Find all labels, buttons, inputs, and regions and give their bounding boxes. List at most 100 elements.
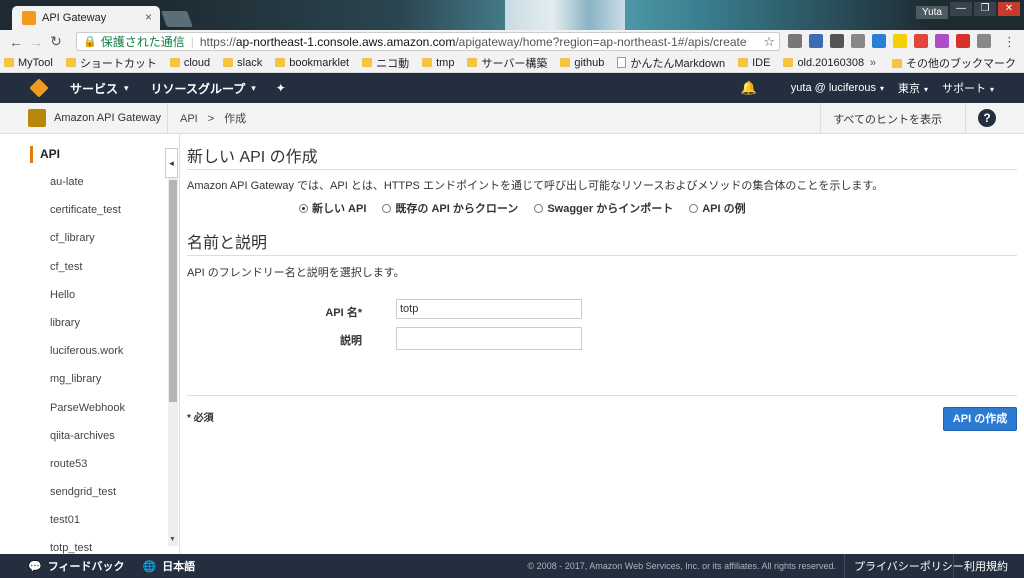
bookmark-item[interactable]: old.20160308: [783, 57, 864, 69]
service-home-link[interactable]: Amazon API Gateway: [0, 102, 168, 134]
extension-icon[interactable]: [893, 34, 907, 48]
aws-logo-icon[interactable]: [24, 73, 54, 103]
radio-circle-icon[interactable]: [299, 203, 308, 213]
new-tab-button[interactable]: [161, 11, 193, 27]
caret-down-icon: ▾: [124, 82, 129, 93]
extension-icon[interactable]: [935, 34, 949, 48]
collapse-sidebar-icon[interactable]: ◂: [165, 148, 178, 178]
extension-icon[interactable]: [851, 34, 865, 48]
feedback-link[interactable]: 💬 フィードバック: [28, 558, 124, 574]
speech-bubble-icon: 💬: [28, 560, 42, 573]
tab-close-icon[interactable]: ×: [145, 10, 152, 24]
resource-groups-menu[interactable]: リソースグループ ▾: [151, 80, 256, 97]
bookmark-item[interactable]: cloud: [169, 57, 210, 69]
api-sidebar: API au-late certificate_test cf_library cf_…: [0, 134, 180, 554]
extension-icon[interactable]: [809, 34, 823, 48]
globe-icon: 🌐: [142, 560, 157, 573]
bookmark-item[interactable]: MyTool: [4, 57, 53, 69]
sidebar-api-item[interactable]: cf_test: [50, 259, 125, 287]
bookmark-item[interactable]: IDE: [738, 57, 770, 69]
pin-icon[interactable]: ✦: [276, 81, 286, 95]
service-header: Amazon API Gateway API > 作成 すべてのヒントを表示 ?: [0, 102, 1024, 134]
support-menu[interactable]: サポート ▾: [942, 80, 994, 96]
sidebar-api-item[interactable]: qiita-archives: [50, 428, 125, 456]
region-menu[interactable]: 東京 ▾: [898, 80, 928, 96]
sidebar-api-item[interactable]: certificate_test: [50, 202, 125, 230]
folder-icon: [467, 58, 478, 67]
extension-icon[interactable]: [788, 34, 802, 48]
services-menu[interactable]: サービス ▾: [70, 80, 129, 97]
extension-icon[interactable]: [872, 34, 886, 48]
language-selector[interactable]: 🌐 日本語: [142, 558, 195, 574]
breadcrumb: API > 作成: [180, 113, 247, 125]
bookmark-item[interactable]: tmp: [422, 57, 454, 69]
sidebar-api-item[interactable]: test01: [50, 512, 125, 540]
reload-icon[interactable]: ↻: [46, 33, 66, 50]
divider: [187, 169, 1017, 170]
sidebar-api-item[interactable]: au-late: [50, 174, 125, 202]
sidebar-api-item[interactable]: library: [50, 315, 125, 343]
bookmarks-overflow-icon[interactable]: »: [870, 57, 876, 69]
show-all-hints-button[interactable]: すべてのヒントを表示: [820, 103, 954, 134]
bookmark-item[interactable]: slack: [223, 57, 262, 69]
radio-circle-icon[interactable]: [689, 203, 699, 213]
bookmark-item[interactable]: github: [560, 57, 604, 69]
create-options: 新しい API 既存の API からクローン Swagger からインポート API …: [299, 200, 746, 216]
close-window-button[interactable]: ✕: [998, 2, 1020, 16]
account-menu[interactable]: yuta @ luciferous ▾: [791, 82, 884, 94]
bookmark-item[interactable]: ショートカット: [65, 55, 157, 71]
radio-circle-icon[interactable]: [534, 203, 544, 213]
breadcrumb-api[interactable]: API: [180, 113, 198, 125]
secure-label: 保護された通信: [100, 35, 185, 49]
create-option-radio[interactable]: Swagger からインポート: [534, 200, 673, 216]
other-bookmarks[interactable]: その他のブックマーク: [892, 55, 1016, 71]
create-option-radio[interactable]: 新しい API: [299, 200, 366, 216]
extension-icon[interactable]: [956, 34, 970, 48]
sidebar-api-item[interactable]: ParseWebhook: [50, 400, 125, 428]
bookmark-item[interactable]: bookmarklet: [275, 57, 349, 69]
privacy-policy-link[interactable]: プライバシーポリシー: [854, 558, 964, 574]
aws-footer: 💬 フィードバック 🌐 日本語 © 2008 - 2017, Amazon Web …: [0, 554, 1024, 578]
sidebar-api-item[interactable]: route53: [50, 456, 125, 484]
help-icon[interactable]: ?: [978, 109, 996, 127]
divider: [187, 395, 1017, 396]
create-option-radio[interactable]: API の例: [689, 200, 746, 216]
sidebar-api-item[interactable]: mg_library: [50, 371, 125, 399]
sidebar-api-item[interactable]: cf_library: [50, 230, 125, 258]
extension-icon[interactable]: [914, 34, 928, 48]
sidebar-scroll-thumb[interactable]: [169, 180, 177, 402]
sidebar-api-item[interactable]: sendgrid_test: [50, 484, 125, 512]
folder-icon: [422, 58, 433, 67]
bookmark-item[interactable]: サーバー構築: [467, 55, 547, 71]
minimize-button[interactable]: —: [950, 2, 972, 16]
terms-link[interactable]: 利用規約: [964, 558, 1008, 574]
sidebar-title[interactable]: API: [30, 146, 60, 163]
bookmark-star-icon[interactable]: ☆: [763, 34, 775, 50]
sidebar-api-item[interactable]: totp_test: [50, 540, 125, 554]
extension-icon[interactable]: [977, 34, 991, 48]
browser-menu-icon[interactable]: ⋮: [1003, 34, 1016, 50]
folder-icon: [223, 58, 234, 67]
create-api-button[interactable]: API の作成: [943, 407, 1017, 431]
bookmark-item[interactable]: かんたんMarkdown: [617, 55, 725, 71]
address-bar[interactable]: 🔒 保護された通信 | https://ap-northeast-1.conso…: [76, 32, 780, 51]
required-note: * 必須: [187, 413, 214, 424]
description-input[interactable]: [396, 327, 582, 350]
page-description: Amazon API Gateway では、API とは、HTTPS エンドポイ…: [187, 180, 884, 192]
back-icon[interactable]: ←: [6, 34, 26, 50]
forward-icon[interactable]: →: [26, 34, 46, 50]
extension-icon[interactable]: [830, 34, 844, 48]
folder-icon: [65, 58, 76, 67]
sidebar-api-item[interactable]: luciferous.work: [50, 343, 125, 371]
folder-icon: [783, 58, 794, 67]
sidebar-api-item[interactable]: Hello: [50, 287, 125, 315]
profile-button[interactable]: Yuta: [915, 6, 948, 19]
browser-tab[interactable]: API Gateway ×: [12, 6, 160, 30]
scroll-down-icon[interactable]: ▼: [169, 536, 176, 543]
radio-circle-icon[interactable]: [382, 203, 392, 213]
create-option-radio[interactable]: 既存の API からクローン: [382, 200, 518, 216]
maximize-button[interactable]: ❐: [974, 2, 996, 16]
api-name-input[interactable]: [396, 299, 582, 319]
bell-icon[interactable]: 🔔: [741, 80, 757, 96]
bookmark-item[interactable]: ニコ動: [362, 55, 409, 71]
